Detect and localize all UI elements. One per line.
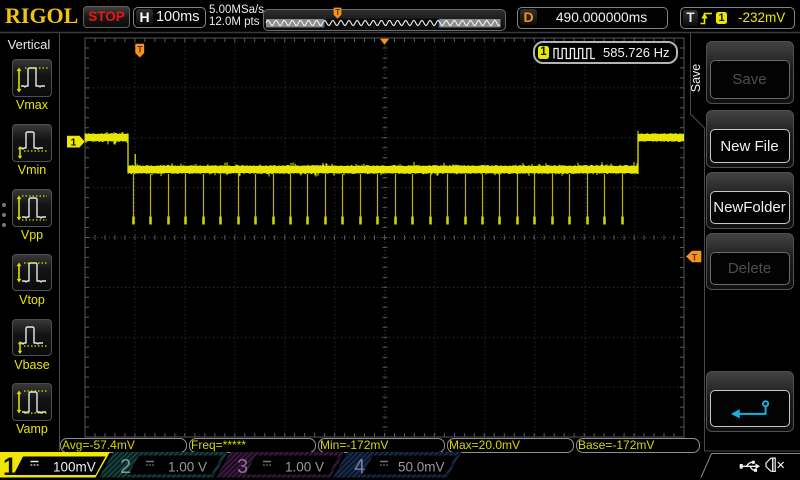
svg-text:1.00 V: 1.00 V [168, 460, 207, 475]
svg-text:3: 3 [237, 456, 248, 478]
svg-text:4: 4 [354, 456, 365, 478]
svg-text:1: 1 [71, 137, 77, 149]
svg-text:T: T [335, 8, 340, 17]
svg-text:1: 1 [3, 453, 17, 480]
svg-text:2: 2 [120, 456, 131, 478]
svg-text:100mV: 100mV [53, 460, 96, 475]
svg-text:50.0mV: 50.0mV [398, 460, 445, 475]
svg-text:T: T [692, 252, 698, 262]
svg-text:T: T [137, 45, 143, 55]
svg-text:1.00 V: 1.00 V [285, 460, 324, 475]
